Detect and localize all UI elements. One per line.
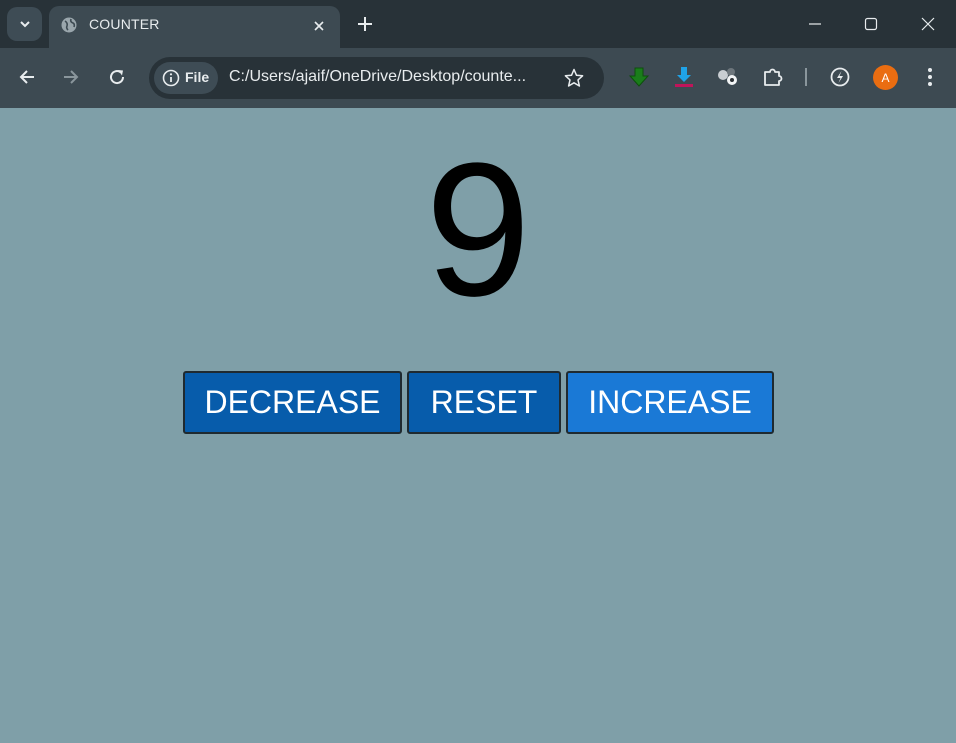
decrease-button[interactable]: DECREASE — [183, 371, 402, 434]
reset-button[interactable]: RESET — [407, 371, 561, 434]
tab-strip: COUNTER — [0, 0, 956, 48]
site-info-label: File — [185, 69, 210, 85]
plus-icon — [358, 17, 372, 31]
increase-button[interactable]: INCREASE — [566, 371, 774, 434]
maximize-button[interactable] — [843, 0, 899, 48]
minimize-icon — [809, 23, 821, 25]
extension-blue-download[interactable] — [670, 63, 698, 91]
forward-icon — [64, 70, 79, 84]
back-icon — [19, 70, 34, 84]
window-close-icon — [921, 17, 935, 31]
tab-close-button[interactable] — [308, 15, 330, 37]
star-icon — [564, 68, 584, 87]
info-icon — [162, 69, 180, 87]
menu-icon — [928, 68, 932, 86]
reload-button[interactable] — [102, 62, 132, 92]
address-bar[interactable]: File C:/Users/ajaif/OneDrive/Desktop/cou… — [149, 57, 604, 99]
globe-icon — [61, 17, 77, 33]
puzzle-icon — [764, 68, 783, 86]
reload-icon — [110, 70, 125, 85]
new-tab-button[interactable] — [352, 11, 378, 37]
download-green-icon — [628, 67, 650, 87]
browser-menu-button[interactable] — [916, 63, 944, 91]
page-content: 9 DECREASE RESET INCREASE — [0, 108, 956, 743]
avatar[interactable]: A — [873, 65, 898, 90]
url-text[interactable]: C:/Users/ajaif/OneDrive/Desktop/counte..… — [229, 68, 559, 86]
tab-title: COUNTER — [89, 16, 160, 32]
browser-toolbar: File C:/Users/ajaif/OneDrive/Desktop/cou… — [0, 48, 956, 108]
minimize-button[interactable] — [787, 0, 843, 48]
close-icon — [314, 21, 324, 31]
download-blue-icon — [675, 67, 693, 87]
maximize-icon — [864, 17, 878, 31]
extension-molecule-icon — [718, 68, 737, 85]
browser-tab[interactable]: COUNTER — [49, 6, 340, 48]
extensions-button[interactable] — [759, 63, 787, 91]
performance-button[interactable] — [826, 63, 854, 91]
performance-icon — [830, 67, 850, 87]
extension-molecule[interactable] — [714, 63, 742, 91]
tab-search-icon — [19, 21, 30, 28]
bookmark-button[interactable] — [561, 65, 587, 91]
tab-search-button[interactable] — [7, 7, 42, 41]
window-close-button[interactable] — [900, 0, 956, 48]
counter-value: 9 — [425, 124, 531, 336]
toolbar-divider — [805, 68, 807, 86]
extension-green-download[interactable] — [625, 63, 653, 91]
forward-button[interactable] — [56, 62, 86, 92]
back-button[interactable] — [12, 62, 42, 92]
